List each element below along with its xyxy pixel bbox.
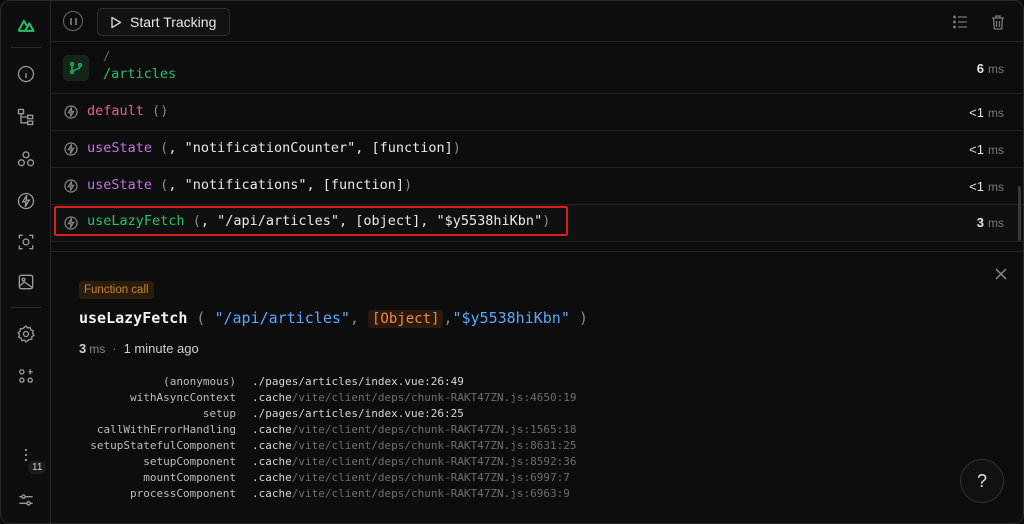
arg-key: "$y5538hiKbn" [452,309,570,327]
tab-count-badge: 11 [28,461,47,474]
stack-loc: ./pages/articles/index.vue:26:25 [252,407,464,420]
detail-function-name: useLazyFetch [79,309,188,327]
inspect-icon[interactable] [13,229,39,255]
detail-unit: ms [89,342,106,356]
components-icon[interactable] [13,146,39,172]
play-icon [111,16,122,28]
start-tracking-button[interactable]: Start Tracking [97,8,231,36]
stack-loc: .cache [252,391,292,404]
separator-dot: · [112,341,117,356]
close-paren: ) [452,140,461,156]
arg-url: "/api/articles" [214,309,350,327]
stack-loc-rest: /vite/client/deps/chunk-RAKT47ZN.js:6997… [291,471,570,484]
scrollbar-thumb[interactable] [1018,186,1021,241]
stack-loc: .cache [252,455,292,468]
function-duration: <1 ms [969,142,1004,157]
selection-highlight-box [54,206,568,236]
help-button[interactable]: ? [960,459,1004,503]
function-row-usestate[interactable]: useState (, "notifications", [function])… [51,168,1023,205]
stack-loc: .cache [252,423,292,436]
stack-loc: ./pages/articles/index.vue:26:49 [252,375,464,388]
component-tree-icon[interactable] [13,104,39,130]
sidebar: 11 [1,1,51,523]
stack-loc-rest: /vite/client/deps/chunk-RAKT47ZN.js:6963… [291,487,570,500]
stack-loc-rest: /vite/client/deps/chunk-RAKT47ZN.js:8631… [291,439,577,452]
open-paren: ( [196,309,206,327]
function-args: , "notifications", [function] [168,177,405,193]
call-signature: useLazyFetch ( "/api/articles", [Object]… [79,309,588,328]
sidebar-divider [11,47,41,48]
arg-object[interactable]: [Object] [368,310,444,328]
function-row-default[interactable]: default () <1 ms [51,94,1023,131]
function-args: , "notificationCounter", [function] [168,140,453,156]
function-duration: 3 ms [976,215,1004,230]
route-prefix: / [103,49,111,63]
detail-duration: 3 [79,341,87,356]
stack-fn: setup [202,407,236,420]
close-paren: ) [160,103,169,119]
close-icon[interactable] [993,266,1009,282]
bolt-circle-icon [63,104,79,120]
stack-loc: .cache [252,471,292,484]
stack-loc: .cache [252,487,292,500]
pause-icon[interactable] [63,11,83,31]
toolbar: Start Tracking [51,1,1023,42]
detail-time-ago: 1 minute ago [123,341,199,356]
function-detail-panel: Function call useLazyFetch ( "/api/artic… [51,251,1023,523]
assets-icon[interactable] [13,269,39,295]
stack-loc: .cache [252,439,292,452]
stack-fn: processComponent [130,487,236,500]
function-duration: <1 ms [969,105,1004,120]
timeline-panel: Start Tracking / /articles 6 ms default … [51,1,1023,523]
sliders-icon[interactable] [13,487,39,513]
list-icon[interactable] [949,11,971,33]
stack-loc-rest: /vite/client/deps/chunk-RAKT47ZN.js:1565… [291,423,577,436]
comma: , [349,309,359,327]
function-name: default [87,103,144,119]
function-name: useState [87,177,153,193]
trash-icon[interactable] [987,11,1009,33]
route-fork-icon [63,55,89,81]
stack-fn: (anonymous) [163,375,236,388]
function-row-usestate[interactable]: useState (, "notificationCounter", [func… [51,131,1023,168]
route-row[interactable]: / /articles 6 ms [51,42,1023,94]
start-tracking-label: Start Tracking [130,14,217,30]
route-path: /articles [103,66,177,82]
function-duration: <1 ms [969,179,1004,194]
stack-fn: mountComponent [143,471,236,484]
close-paren: ) [578,309,588,327]
bolt-circle-icon [63,178,79,194]
nuxt-logo-icon[interactable] [13,12,39,38]
devtools-window: 11 Start Tracking / /articles 6 ms defau… [0,0,1024,524]
function-call-badge: Function call [79,281,154,299]
modules-icon[interactable] [13,363,39,389]
close-paren: ) [404,177,413,193]
stack-fn: setupStatefulComponent [90,439,236,452]
info-icon[interactable] [13,61,39,87]
function-name: useState [87,140,153,156]
stack-fn: withAsyncContext [130,391,236,404]
open-paren: ( [152,103,161,119]
sidebar-divider [11,307,41,308]
settings-gear-icon[interactable] [13,321,39,347]
stack-fn: setupComponent [143,455,236,468]
stack-loc-rest: /vite/client/deps/chunk-RAKT47ZN.js:4650… [291,391,577,404]
route-duration: 6 ms [976,61,1004,76]
timeline-icon[interactable] [13,188,39,214]
stack-fn: callWithErrorHandling [96,423,236,436]
call-meta: 3 ms · 1 minute ago [79,341,199,356]
stack-loc-rest: /vite/client/deps/chunk-RAKT47ZN.js:8592… [291,455,577,468]
bolt-circle-icon [63,141,79,157]
